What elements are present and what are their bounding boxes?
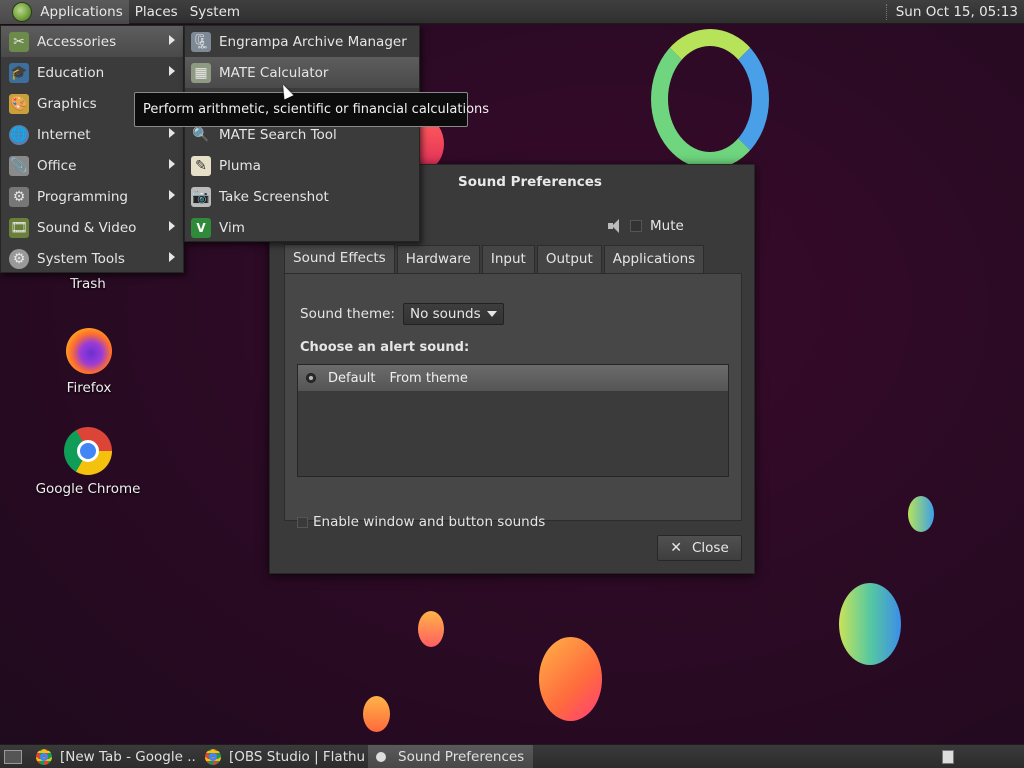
desktop-icon-chrome[interactable]: Google Chrome <box>28 427 148 497</box>
archive-icon: 🗜 <box>191 31 211 52</box>
menu-item-education[interactable]: 🎓 Education <box>1 57 183 88</box>
dialog-icon <box>376 751 386 762</box>
applications-menu-list: ✂ Accessories 🎓 Education 🎨 Graphics 🌐 I… <box>0 25 184 273</box>
chrome-icon <box>64 427 112 475</box>
chevron-down-icon <box>486 311 497 317</box>
chrome-icon <box>36 748 52 765</box>
enable-sounds-checkbox[interactable] <box>297 516 308 528</box>
list-item[interactable]: Default From theme <box>298 365 728 391</box>
search-icon: 🔍 <box>192 126 210 143</box>
bottom-panel: [New Tab - Google ... [OBS Studio | Flat… <box>0 744 1024 768</box>
top-panel: Applications Places System Sun Oct 15, 0… <box>0 0 1024 24</box>
tab-applications[interactable]: Applications <box>603 245 705 273</box>
desktop-icon-trash[interactable]: Trash <box>28 276 148 292</box>
taskbar-item-sound-preferences[interactable]: Sound Preferences <box>368 744 533 768</box>
vim-icon: V <box>191 217 211 238</box>
sound-theme-select[interactable]: No sounds <box>402 303 504 325</box>
mute-toggle[interactable]: Mute <box>608 218 684 234</box>
sound-theme-label: Sound theme: <box>300 306 395 322</box>
alert-sound-source: From theme <box>389 370 468 386</box>
decoration-circle-orange-2 <box>539 637 602 721</box>
sound-effects-panel: Sound theme: No sounds Choose an alert s… <box>284 273 742 530</box>
menu-item-system-tools[interactable]: ⚙ System Tools <box>1 243 183 274</box>
tab-output[interactable]: Output <box>536 245 602 273</box>
panel-separator <box>885 4 888 20</box>
accessories-submenu: 🗜 Engrampa Archive Manager ▦ MATE Calcul… <box>184 25 420 242</box>
desktop-icon-firefox[interactable]: Firefox <box>29 328 149 396</box>
close-icon: ✕ <box>670 540 682 556</box>
decoration-circle-large-blue <box>839 583 901 665</box>
alert-sound-heading: Choose an alert sound: <box>300 340 470 355</box>
chevron-right-icon <box>169 190 175 200</box>
radio-icon[interactable] <box>306 373 316 383</box>
mute-checkbox[interactable] <box>630 220 642 232</box>
system-tools-icon: ⚙ <box>9 248 29 269</box>
alert-sound-list[interactable]: Default From theme <box>297 364 729 477</box>
decoration-circle-small-blue <box>908 496 934 532</box>
calculator-icon: ▦ <box>191 62 211 83</box>
taskbar-item-chrome-newtab[interactable]: [New Tab - Google ... <box>30 745 195 768</box>
office-icon: 📎 <box>9 155 29 176</box>
show-desktop-button[interactable] <box>4 749 22 764</box>
close-button[interactable]: ✕ Close <box>657 535 742 561</box>
menu-item-screenshot[interactable]: 📷 Take Screenshot <box>185 181 419 212</box>
tab-hardware[interactable]: Hardware <box>396 245 480 273</box>
decoration-ring <box>651 29 769 169</box>
programming-icon: ⚙ <box>9 186 29 207</box>
chevron-right-icon <box>169 252 175 262</box>
graphics-icon: 🎨 <box>9 93 29 114</box>
top-menu-bar: Applications Places System <box>0 0 246 24</box>
tab-sound-effects[interactable]: Sound Effects <box>284 244 395 274</box>
menu-item-accessories[interactable]: ✂ Accessories <box>1 26 183 57</box>
tab-bar: Sound Effects Hardware Input Output Appl… <box>284 244 706 274</box>
menu-item-vim[interactable]: V Vim <box>185 212 419 243</box>
alert-sound-name: Default <box>328 370 376 386</box>
menu-item-pluma[interactable]: ✎ Pluma <box>185 150 419 181</box>
chevron-right-icon <box>169 221 175 231</box>
menu-item-office[interactable]: 📎 Office <box>1 150 183 181</box>
sound-video-icon: 🎞 <box>9 217 29 238</box>
places-menu[interactable]: Places <box>129 0 184 24</box>
firefox-icon <box>66 328 112 374</box>
mute-label: Mute <box>650 218 684 234</box>
speaker-icon <box>608 219 624 233</box>
tab-input[interactable]: Input <box>481 245 535 273</box>
applications-menu[interactable]: Applications <box>0 0 129 24</box>
education-icon: 🎓 <box>9 62 29 83</box>
decoration-circle-orange-1 <box>418 611 444 647</box>
system-menu[interactable]: System <box>184 0 246 24</box>
chevron-right-icon <box>169 128 175 138</box>
menu-item-mate-calculator[interactable]: ▦ MATE Calculator <box>185 57 419 88</box>
enable-sounds-toggle[interactable]: Enable window and button sounds <box>297 514 545 530</box>
chrome-icon <box>205 748 221 765</box>
menu-item-sound-video[interactable]: 🎞 Sound & Video <box>1 212 183 243</box>
accessories-icon: ✂ <box>9 31 29 52</box>
chevron-right-icon <box>169 159 175 169</box>
clock[interactable]: Sun Oct 15, 05:13 <box>896 4 1024 20</box>
menu-item-programming[interactable]: ⚙ Programming <box>1 181 183 212</box>
mate-logo-icon <box>12 1 32 22</box>
sound-theme-row: Sound theme: No sounds <box>300 303 504 325</box>
top-panel-right: Sun Oct 15, 05:13 <box>885 0 1024 24</box>
decoration-circle-orange-3 <box>363 696 390 732</box>
dialog-title: Sound Preferences <box>458 174 602 190</box>
internet-icon: 🌐 <box>9 124 29 145</box>
sound-theme-value: No sounds <box>409 306 481 322</box>
workspace-switcher[interactable] <box>942 750 954 764</box>
menu-item-engrampa[interactable]: 🗜 Engrampa Archive Manager <box>185 26 419 57</box>
screenshot-icon: 📷 <box>191 186 211 207</box>
chevron-right-icon <box>169 35 175 45</box>
chevron-right-icon <box>169 66 175 76</box>
text-editor-icon: ✎ <box>191 155 211 176</box>
enable-sounds-label: Enable window and button sounds <box>313 514 546 530</box>
tooltip: Perform arithmetic, scientific or financ… <box>134 92 489 127</box>
taskbar-item-obs-studio[interactable]: [OBS Studio | Flathu... <box>199 745 364 768</box>
